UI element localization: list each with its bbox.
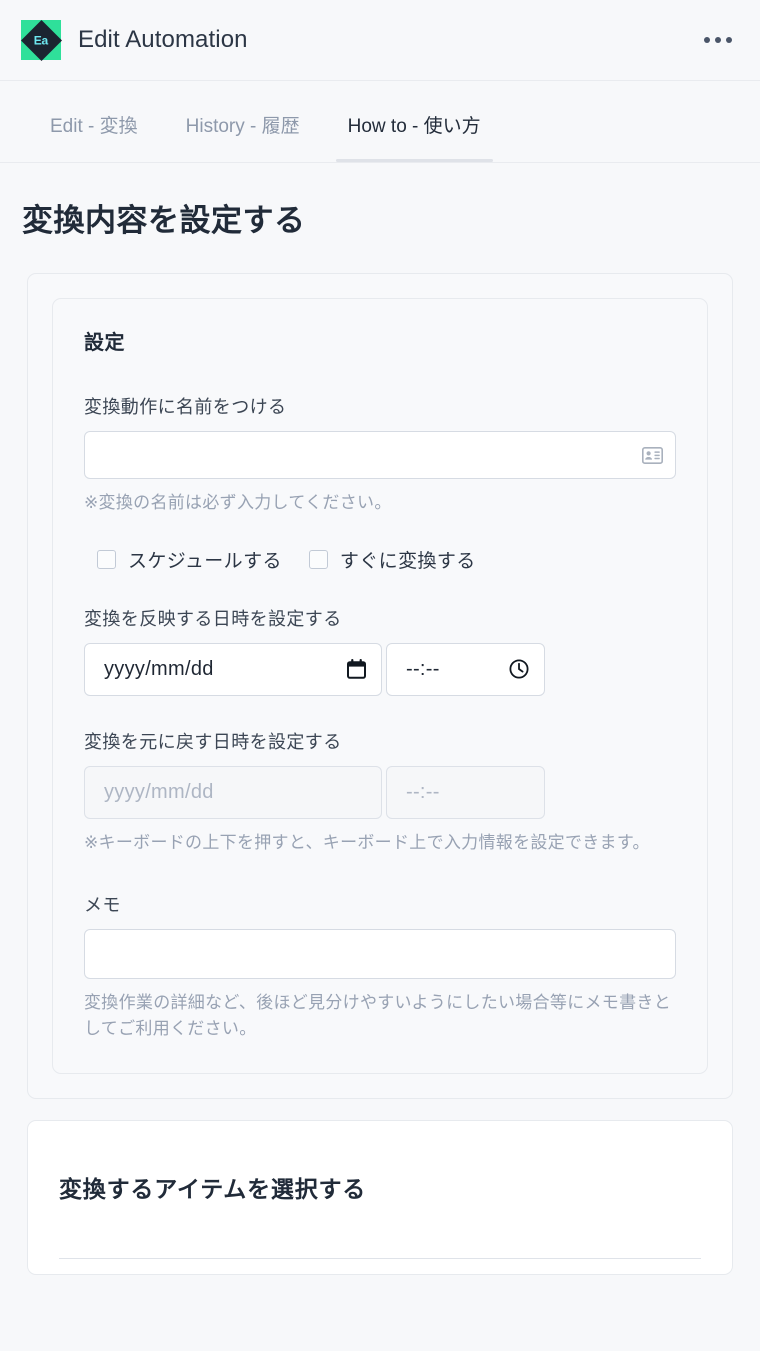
tab-edit[interactable]: Edit - 変換 [50,117,138,162]
settings-outer-card: 設定 変換動作に名前をつける ※変換の名前は必ず入力してください。 スケジュール… [27,273,733,1099]
checkbox-immediate[interactable]: すぐに変換する [308,546,476,573]
memo-group: メモ 変換作業の詳細など、後ほど見分けやすいようにしたい場合等にメモ書きとしてご… [84,891,676,1041]
logo-diamond-shape: Ea [20,19,62,61]
logo-label: Ea [33,32,49,47]
schedule-options-row: スケジュールする すぐに変換する [97,546,676,573]
apply-datetime-label: 変換を反映する日時を設定する [84,608,342,629]
apply-date-input[interactable]: yyyy/mm/dd [84,642,382,696]
apply-date-value: yyyy/mm/dd [104,657,214,680]
revert-date-input[interactable]: yyyy/mm/dd [84,765,382,819]
name-input[interactable] [84,431,676,479]
revert-datetime-row: yyyy/mm/dd --:-- [84,765,676,819]
app-logo-icon: Ea [20,19,62,61]
kebab-dot [726,37,732,43]
section-title-settings: 設定 [84,332,125,354]
contact-card-icon[interactable] [642,446,663,464]
checkbox-schedule-label: スケジュールする [128,550,282,572]
memo-hint: 変換作業の詳細など、後ほど見分けやすいようにしたい場合等にメモ書きとしてご利用く… [84,993,672,1038]
memo-label: メモ [84,895,121,915]
kebab-dot [715,37,721,43]
calendar-icon[interactable] [347,659,366,679]
clock-icon[interactable] [509,659,529,679]
revert-time-input[interactable]: --:-- [386,765,545,819]
settings-card: 設定 変換動作に名前をつける ※変換の名前は必ず入力してください。 スケジュール… [52,298,708,1074]
tab-history[interactable]: History - 履歴 [186,117,300,162]
section-title-items: 変換するアイテムを選択する [59,1176,367,1202]
revert-datetime-group: 変換を元に戻す日時を設定する yyyy/mm/dd --:-- ※キーボードの上… [84,728,676,856]
app-title: Edit Automation [78,26,248,53]
page-title: 変換内容を設定する [22,203,306,238]
apply-datetime-row: yyyy/mm/dd --:-- [84,642,676,696]
tab-bar: Edit - 変換 History - 履歴 How to - 使い方 [0,81,760,163]
app-window: Ea Edit Automation Edit - 変換 History - 履… [0,0,760,1351]
items-card: 変換するアイテムを選択する [27,1120,733,1275]
revert-datetime-label: 変換を元に戻す日時を設定する [84,731,342,752]
apply-time-value: --:-- [406,657,440,680]
tab-how-to[interactable]: How to - 使い方 [335,117,493,162]
checkbox-schedule[interactable]: スケジュールする [97,546,282,573]
checkbox-schedule-box[interactable] [97,549,116,569]
name-field-hint: ※変換の名前は必ず入力してください。 [84,493,392,512]
checkbox-immediate-label: すぐに変換する [339,550,476,572]
kebab-menu-icon[interactable] [698,29,738,51]
memo-input[interactable] [84,929,676,979]
keyboard-hint: ※キーボードの上下を押すと、キーボード上で入力情報を設定できます。 [84,832,650,852]
revert-time-value: --:-- [406,780,440,803]
app-header: Ea Edit Automation [0,0,760,81]
name-field-label: 変換動作に名前をつける [84,397,287,417]
revert-date-value: yyyy/mm/dd [104,780,214,803]
name-field-group: 変換動作に名前をつける ※変換の名前は必ず入力してください。 [84,393,676,516]
checkbox-immediate-box[interactable] [308,549,328,569]
apply-datetime-group: 変換を反映する日時を設定する yyyy/mm/dd --:-- [84,605,676,696]
items-table-top-edge [59,1258,701,1259]
kebab-dot [704,37,710,43]
apply-time-input[interactable]: --:-- [386,642,545,696]
